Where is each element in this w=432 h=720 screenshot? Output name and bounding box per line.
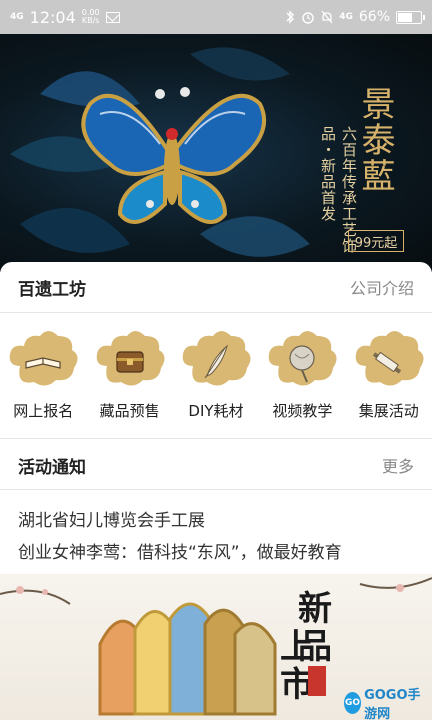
status-bar: 4G 12:04 0.00 KB/s 4G 66%	[0, 0, 432, 34]
news-item[interactable]: 创业女神李莺：借科技“东风”，做最好教育	[18, 538, 418, 563]
watermark-text: GOGO手游网	[364, 688, 421, 720]
company-intro-link[interactable]: 公司介绍	[350, 275, 414, 299]
divider	[0, 438, 432, 439]
grid-label: DIY耗材	[188, 402, 244, 420]
battery-percent: 66%	[358, 9, 390, 25]
watermark-badge: GO	[344, 692, 362, 714]
grid-label: 藏品预售	[99, 402, 160, 420]
fan-icon	[269, 331, 337, 386]
network-speed: 0.00 KB/s	[81, 8, 100, 25]
notice-header: 活动通知 更多	[0, 440, 432, 490]
grid-item-video[interactable]: 视频教学	[259, 328, 345, 432]
workshop-title: 百遗工坊	[18, 279, 86, 300]
notice-title: 活动通知	[18, 457, 86, 478]
book-icon	[9, 331, 78, 386]
more-link[interactable]: 更多	[382, 453, 414, 477]
grid-item-signup[interactable]: 网上报名	[0, 328, 86, 432]
mail-icon	[105, 11, 120, 23]
network-type: 4G	[10, 11, 24, 22]
promo-banner[interactable]: 景泰藍 六百年传承工艺饰品・新品首发 99元起	[0, 34, 432, 272]
workshop-header: 百遗工坊 公司介绍	[0, 262, 432, 312]
bluetooth-icon	[286, 10, 295, 24]
scroll-icon	[355, 331, 424, 386]
grid-label: 视频教学	[272, 402, 333, 420]
clock: 12:04	[29, 7, 76, 27]
mute-icon	[321, 10, 333, 24]
grid-item-exhibit[interactable]: 集展活动	[346, 328, 432, 432]
alarm-icon	[302, 12, 314, 24]
red-seal	[308, 666, 326, 696]
grid-label: 网上报名	[13, 402, 74, 420]
feather-icon	[182, 331, 251, 386]
banner-title: 景泰藍	[355, 86, 395, 194]
banner-price: 99元起	[348, 230, 404, 252]
news-item[interactable]: 湖北省妇儿博览会手工展	[18, 506, 418, 531]
grid-label: 集展活动	[358, 402, 419, 420]
feature-grid: 网上报名 藏品预售 DIY耗材 视频教学 集展活动	[0, 328, 432, 432]
divider	[0, 312, 432, 313]
watermark: GO GOGO手游网	[344, 688, 428, 720]
network-type-2: 4G	[339, 11, 353, 22]
grid-item-presale[interactable]: 藏品预售	[86, 328, 172, 432]
divider	[0, 489, 432, 490]
chest-icon	[96, 331, 165, 386]
battery-icon	[396, 10, 425, 24]
grid-item-diy[interactable]: DIY耗材	[173, 328, 259, 432]
new-arrival-banner[interactable]: 新品 上市 GO GOGO手游网	[0, 574, 432, 720]
